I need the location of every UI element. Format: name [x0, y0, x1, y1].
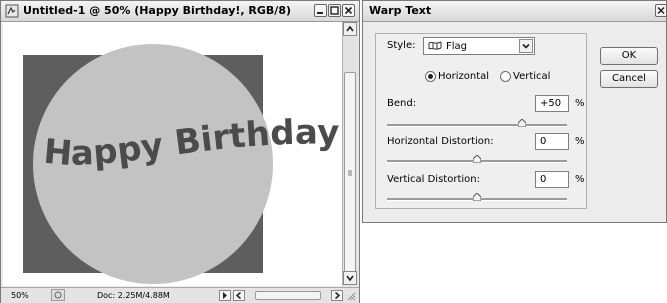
horizontal-distortion-input[interactable]: 0 — [535, 133, 569, 150]
canvas-area[interactable]: Happy Birthday! — [3, 22, 342, 286]
style-select-value: Flag — [446, 41, 468, 52]
vertical-distortion-label: Vertical Distortion: — [387, 174, 480, 185]
document-window: Untitled-1 @ 50% (Happy Birthday!, RGB/8… — [0, 0, 360, 303]
status-info-button[interactable] — [51, 289, 65, 301]
vertical-scrollbar[interactable] — [342, 22, 358, 286]
vertical-distortion-slider-thumb[interactable] — [473, 193, 481, 201]
resize-grip-icon[interactable] — [346, 291, 356, 301]
bend-label: Bend: — [387, 98, 417, 109]
close-button[interactable] — [342, 4, 355, 17]
grip-icon — [348, 170, 352, 176]
scroll-down-button[interactable] — [343, 271, 357, 285]
flag-warp-icon — [428, 41, 442, 50]
photoshop-document-icon — [5, 4, 19, 18]
arrow-left-icon — [235, 291, 241, 300]
horizontal-distortion-slider-thumb[interactable] — [473, 155, 481, 163]
document-title: Untitled-1 @ 50% (Happy Birthday!, RGB/8… — [23, 4, 292, 17]
close-icon — [344, 6, 353, 15]
document-size: Doc: 2.25M/4.88M — [97, 291, 170, 300]
scroll-right-button[interactable] — [331, 290, 343, 301]
vertical-radio[interactable] — [500, 71, 511, 82]
vertical-distortion-unit: % — [575, 174, 585, 185]
status-bar: 50% Doc: 2.25M/4.88M — [1, 287, 359, 303]
horizontal-radio[interactable] — [425, 71, 436, 82]
horizontal-scroll-thumb[interactable] — [255, 291, 321, 300]
bend-slider-thumb[interactable] — [518, 119, 526, 127]
maximize-icon — [330, 6, 339, 15]
chevron-down-icon — [522, 43, 530, 49]
horizontal-distortion-label: Horizontal Distortion: — [387, 136, 494, 147]
arrow-down-icon — [346, 275, 354, 282]
dialog-title-bar[interactable]: Warp Text — [363, 1, 667, 22]
horizontal-distortion-unit: % — [575, 136, 585, 147]
vertical-distortion-input[interactable]: 0 — [535, 171, 569, 188]
dialog-title: Warp Text — [369, 4, 432, 17]
arrow-right-icon — [335, 291, 341, 300]
info-icon — [54, 291, 62, 299]
arrow-up-icon — [346, 25, 354, 32]
warp-text-dialog: Warp Text Style: Flag Horizontal Vertica… — [362, 0, 667, 223]
minimize-button[interactable] — [314, 4, 327, 17]
maximize-button[interactable] — [328, 4, 341, 17]
scroll-up-button[interactable] — [343, 22, 357, 36]
dialog-close-button[interactable] — [655, 4, 667, 17]
close-icon — [657, 6, 665, 15]
style-label: Style: — [387, 40, 416, 51]
style-select[interactable]: Flag — [423, 37, 535, 55]
vertical-radio-label[interactable]: Vertical — [513, 71, 550, 82]
triangle-right-icon — [223, 292, 227, 299]
ok-button[interactable]: OK — [600, 47, 658, 65]
horizontal-radio-label[interactable]: Horizontal — [438, 71, 489, 82]
status-menu-button[interactable] — [219, 290, 231, 301]
canvas-artwork: Happy Birthday! — [3, 22, 340, 284]
vertical-scroll-thumb[interactable] — [344, 72, 356, 277]
bend-slider-track[interactable] — [387, 124, 567, 127]
document-title-bar[interactable]: Untitled-1 @ 50% (Happy Birthday!, RGB/8… — [1, 1, 359, 22]
minimize-icon — [317, 12, 323, 14]
scroll-left-button[interactable] — [233, 290, 245, 301]
bend-unit: % — [575, 98, 585, 109]
cancel-button[interactable]: Cancel — [600, 70, 658, 88]
style-dropdown-button[interactable] — [519, 39, 533, 53]
bend-input[interactable]: +50 — [535, 95, 569, 112]
zoom-level[interactable]: 50% — [11, 291, 29, 300]
